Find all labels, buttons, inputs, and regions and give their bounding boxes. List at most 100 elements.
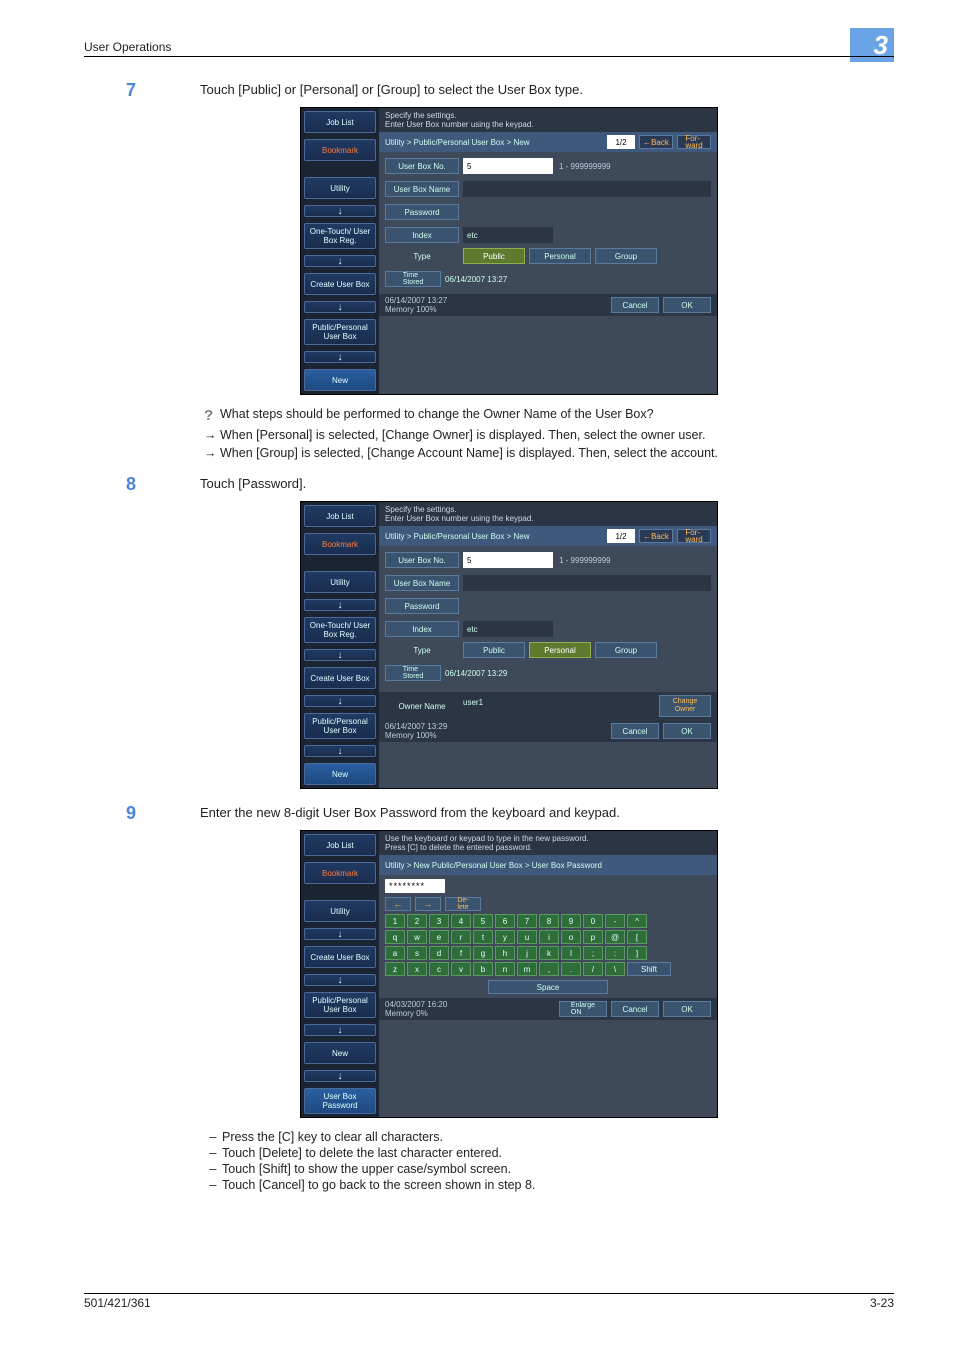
bookmark-button[interactable]: Bookmark bbox=[304, 533, 376, 555]
ok-button[interactable]: OK bbox=[663, 297, 711, 313]
key--[interactable]: - bbox=[605, 914, 625, 928]
key-v[interactable]: v bbox=[451, 962, 471, 976]
user-box-name-label[interactable]: User Box Name bbox=[385, 575, 459, 591]
key-e[interactable]: e bbox=[429, 930, 449, 944]
utility-button[interactable]: Utility bbox=[304, 571, 376, 593]
key-i[interactable]: i bbox=[539, 930, 559, 944]
public-personal-box-button[interactable]: Public/Personal User Box bbox=[304, 319, 376, 345]
key-h[interactable]: h bbox=[495, 946, 515, 960]
index-label[interactable]: Index bbox=[385, 621, 459, 637]
delete-button[interactable]: De- lete bbox=[445, 897, 481, 911]
key-5[interactable]: 5 bbox=[473, 914, 493, 928]
key-][interactable]: ] bbox=[627, 946, 647, 960]
key-2[interactable]: 2 bbox=[407, 914, 427, 928]
key-0[interactable]: 0 bbox=[583, 914, 603, 928]
personal-button[interactable]: Personal bbox=[529, 642, 591, 658]
cancel-button[interactable]: Cancel bbox=[611, 723, 659, 739]
password-label[interactable]: Password bbox=[385, 204, 459, 220]
create-user-box-button[interactable]: Create User Box bbox=[304, 273, 376, 295]
onetouch-button[interactable]: One-Touch/ User Box Reg. bbox=[304, 223, 376, 249]
key-,[interactable]: , bbox=[539, 962, 559, 976]
change-owner-button[interactable]: Change Owner bbox=[659, 695, 711, 717]
public-personal-box-button[interactable]: Public/Personal User Box bbox=[304, 713, 376, 739]
key-k[interactable]: k bbox=[539, 946, 559, 960]
create-user-box-button[interactable]: Create User Box bbox=[304, 667, 376, 689]
utility-button[interactable]: Utility bbox=[304, 177, 376, 199]
key-u[interactable]: u bbox=[517, 930, 537, 944]
ok-button[interactable]: OK bbox=[663, 1001, 711, 1017]
cancel-button[interactable]: Cancel bbox=[611, 1001, 659, 1017]
cancel-button[interactable]: Cancel bbox=[611, 297, 659, 313]
key-:[interactable]: : bbox=[605, 946, 625, 960]
key-d[interactable]: d bbox=[429, 946, 449, 960]
ok-button[interactable]: OK bbox=[663, 723, 711, 739]
key-j[interactable]: j bbox=[517, 946, 537, 960]
key-4[interactable]: 4 bbox=[451, 914, 471, 928]
key-m[interactable]: m bbox=[517, 962, 537, 976]
password-label[interactable]: Password bbox=[385, 598, 459, 614]
key-\[interactable]: \ bbox=[605, 962, 625, 976]
key-g[interactable]: g bbox=[473, 946, 493, 960]
back-button[interactable]: ←Back bbox=[639, 135, 673, 149]
key-9[interactable]: 9 bbox=[561, 914, 581, 928]
key-p[interactable]: p bbox=[583, 930, 603, 944]
password-input[interactable]: ******** bbox=[385, 879, 445, 893]
key-7[interactable]: 7 bbox=[517, 914, 537, 928]
cursor-left-button[interactable]: ← bbox=[385, 897, 411, 911]
new-button[interactable]: New bbox=[304, 369, 376, 391]
key-c[interactable]: c bbox=[429, 962, 449, 976]
key-x[interactable]: x bbox=[407, 962, 427, 976]
public-button[interactable]: Public bbox=[463, 248, 525, 264]
new-button[interactable]: New bbox=[304, 1042, 376, 1064]
onetouch-button[interactable]: One-Touch/ User Box Reg. bbox=[304, 617, 376, 643]
key-s[interactable]: s bbox=[407, 946, 427, 960]
job-list-button[interactable]: Job List bbox=[304, 111, 376, 133]
key-n[interactable]: n bbox=[495, 962, 515, 976]
key-t[interactable]: t bbox=[473, 930, 493, 944]
user-box-name-label[interactable]: User Box Name bbox=[385, 181, 459, 197]
key-q[interactable]: q bbox=[385, 930, 405, 944]
bookmark-button[interactable]: Bookmark bbox=[304, 862, 376, 884]
key-1[interactable]: 1 bbox=[385, 914, 405, 928]
key-[[interactable]: [ bbox=[627, 930, 647, 944]
personal-button[interactable]: Personal bbox=[529, 248, 591, 264]
enlarge-button[interactable]: Enlarge ON bbox=[559, 1001, 607, 1017]
space-key[interactable]: Space bbox=[488, 980, 608, 994]
key-o[interactable]: o bbox=[561, 930, 581, 944]
job-list-button[interactable]: Job List bbox=[304, 505, 376, 527]
key-8[interactable]: 8 bbox=[539, 914, 559, 928]
forward-button[interactable]: For- ward bbox=[677, 135, 711, 149]
create-user-box-button[interactable]: Create User Box bbox=[304, 946, 376, 968]
key-^[interactable]: ^ bbox=[627, 914, 647, 928]
key-y[interactable]: y bbox=[495, 930, 515, 944]
user-box-name-value[interactable] bbox=[463, 575, 711, 591]
public-personal-box-button[interactable]: Public/Personal User Box bbox=[304, 992, 376, 1018]
user-box-name-value[interactable] bbox=[463, 181, 711, 197]
public-button[interactable]: Public bbox=[463, 642, 525, 658]
key-.[interactable]: . bbox=[561, 962, 581, 976]
key-w[interactable]: w bbox=[407, 930, 427, 944]
key-a[interactable]: a bbox=[385, 946, 405, 960]
utility-button[interactable]: Utility bbox=[304, 900, 376, 922]
new-button[interactable]: New bbox=[304, 763, 376, 785]
cursor-right-button[interactable]: → bbox=[415, 897, 441, 911]
key-z[interactable]: z bbox=[385, 962, 405, 976]
shift-key[interactable]: Shift bbox=[627, 962, 671, 976]
key-r[interactable]: r bbox=[451, 930, 471, 944]
key-3[interactable]: 3 bbox=[429, 914, 449, 928]
group-button[interactable]: Group bbox=[595, 642, 657, 658]
key-@[interactable]: @ bbox=[605, 930, 625, 944]
user-box-password-button[interactable]: User Box Password bbox=[304, 1088, 376, 1114]
key-6[interactable]: 6 bbox=[495, 914, 515, 928]
index-label[interactable]: Index bbox=[385, 227, 459, 243]
bookmark-button[interactable]: Bookmark bbox=[304, 139, 376, 161]
group-button[interactable]: Group bbox=[595, 248, 657, 264]
user-box-no-value[interactable]: 5 bbox=[463, 552, 553, 568]
key-b[interactable]: b bbox=[473, 962, 493, 976]
key-f[interactable]: f bbox=[451, 946, 471, 960]
job-list-button[interactable]: Job List bbox=[304, 834, 376, 856]
key-l[interactable]: l bbox=[561, 946, 581, 960]
key-;[interactable]: ; bbox=[583, 946, 603, 960]
key-/[interactable]: / bbox=[583, 962, 603, 976]
back-button[interactable]: ←Back bbox=[639, 529, 673, 543]
